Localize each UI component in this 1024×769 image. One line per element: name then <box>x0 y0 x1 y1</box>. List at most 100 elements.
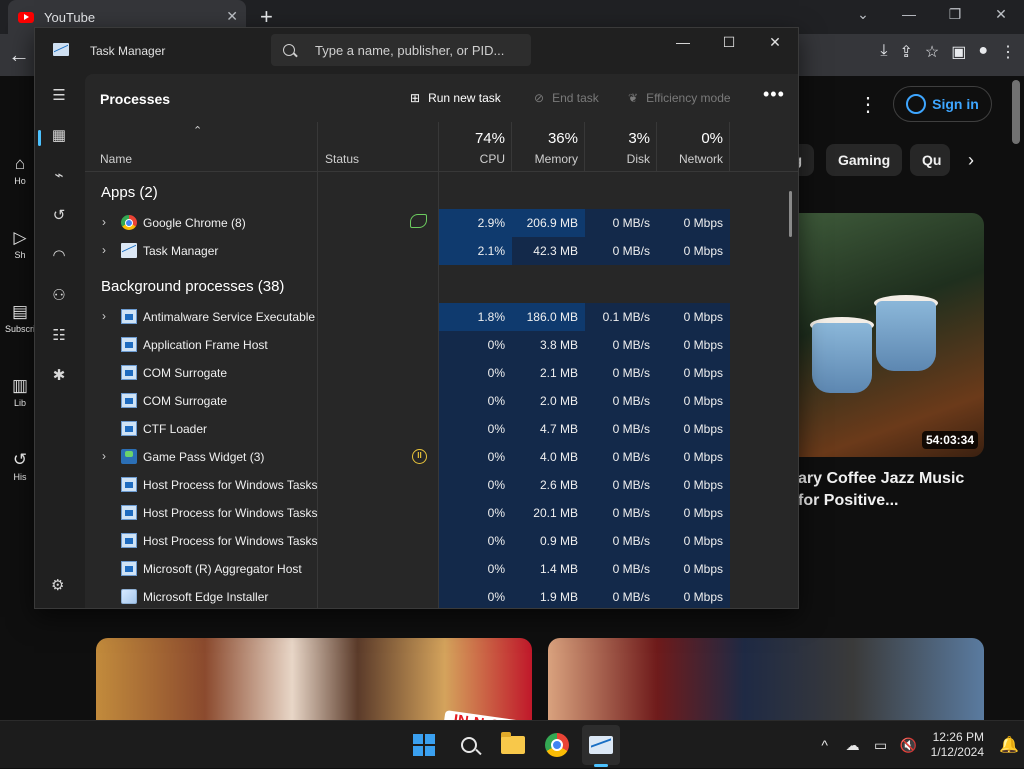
network-cell: 0 Mbps <box>657 527 730 555</box>
column-name[interactable]: Name <box>100 152 132 166</box>
performance-icon[interactable]: ⌁ <box>49 166 69 186</box>
settings-gear-icon[interactable]: ⚙ <box>51 576 64 594</box>
network-cell: 0 Mbps <box>657 555 730 583</box>
table-row[interactable]: Application Frame Host 0% 3.8 MB 0 MB/s … <box>85 331 798 359</box>
services-icon[interactable]: ✱ <box>49 366 69 386</box>
clock[interactable]: 12:26 PM 1/12/2024 <box>923 730 994 760</box>
video-thumbnail[interactable]: 54:03:34 <box>798 213 984 457</box>
table-row[interactable]: Microsoft (R) Aggregator Host 0% 1.4 MB … <box>85 555 798 583</box>
efficiency-mode-button[interactable]: ❦ Efficiency mode <box>628 87 731 109</box>
table-row[interactable]: › Antimalware Service Executable 1.8% 18… <box>85 303 798 331</box>
disk-cell: 0 MB/s <box>585 415 657 443</box>
end-task-label: End task <box>552 91 599 105</box>
onedrive-icon[interactable]: ☁ <box>839 737 867 754</box>
share-icon[interactable]: ⇪ <box>899 42 912 62</box>
memory-label: Memory <box>534 152 578 166</box>
network-cell: 0 Mbps <box>657 499 730 527</box>
network-cell: 0 Mbps <box>657 303 730 331</box>
account-icon <box>906 94 927 114</box>
thumbnail-art <box>812 323 872 393</box>
app-window-icon <box>121 477 137 492</box>
run-new-task-label: Run new task <box>428 91 501 105</box>
table-row[interactable]: CTF Loader 0% 4.7 MB 0 MB/s 0 Mbps <box>85 415 798 443</box>
expand-chevron-icon[interactable]: › <box>102 243 106 257</box>
tab-search-icon[interactable]: ⌄ <box>840 0 886 30</box>
end-task-button[interactable]: ⊘ End task <box>534 87 599 109</box>
show-hidden-icons-chevron-icon[interactable]: ^ <box>811 737 839 753</box>
sidebar-icon[interactable]: ▣ <box>951 42 966 62</box>
star-icon[interactable]: ☆ <box>925 42 939 62</box>
task-manager-titlebar[interactable]: Task Manager Type a name, publisher, or … <box>35 28 798 74</box>
restore-button[interactable]: ❐ <box>932 0 978 30</box>
taskbar-file-explorer[interactable] <box>499 731 527 759</box>
hamburger-menu-icon[interactable]: ☰ <box>49 86 69 106</box>
video-thumbnail[interactable] <box>96 638 532 720</box>
close-button[interactable]: ✕ <box>752 28 798 58</box>
cpu-cell: 0% <box>439 415 512 443</box>
minimize-button[interactable]: — <box>660 28 706 58</box>
details-icon[interactable]: ☷ <box>49 326 69 346</box>
page-scrollbar[interactable] <box>1012 80 1020 144</box>
table-row[interactable]: Host Process for Windows Tasks 0% 0.9 MB… <box>85 527 798 555</box>
minimize-button[interactable]: — <box>886 0 932 30</box>
cpu-cell: 0% <box>439 555 512 583</box>
youtube-settings-menu-icon[interactable]: ⋮ <box>858 92 878 117</box>
sidebar-label: Sh <box>14 250 26 260</box>
sign-in-button[interactable]: Sign in <box>893 86 992 122</box>
download-icon[interactable]: ⤓ <box>880 42 887 62</box>
volume-muted-icon[interactable]: 🔇 <box>895 737 923 754</box>
sidebar-label: Lib <box>13 398 26 408</box>
taskbar-task-manager[interactable] <box>587 731 615 759</box>
processes-icon[interactable]: ▦ <box>49 126 69 146</box>
disk-cell: 0 MB/s <box>585 583 657 608</box>
close-button[interactable]: ✕ <box>978 0 1024 30</box>
column-memory[interactable]: 36% Memory <box>512 122 585 172</box>
processes-panel: Processes ⊞ Run new task ⊘ End task ❦ Ef… <box>85 74 798 608</box>
column-status[interactable]: Status <box>325 152 359 166</box>
column-cpu[interactable]: 74% CPU <box>439 122 512 172</box>
startup-apps-icon[interactable]: ◠ <box>49 246 69 266</box>
more-options-button[interactable]: ••• <box>763 84 785 105</box>
table-row[interactable]: › Game Pass Widget (3) II 0% 4.0 MB 0 MB… <box>85 443 798 471</box>
toolbar-icons: ⤓ ⇪ ☆ ▣ ● ⋮ <box>880 42 1016 62</box>
start-button[interactable] <box>410 731 438 759</box>
table-row[interactable]: COM Surrogate 0% 2.1 MB 0 MB/s 0 Mbps <box>85 359 798 387</box>
maximize-button[interactable]: ☐ <box>706 28 752 58</box>
taskbar-search-button[interactable] <box>455 731 483 759</box>
app-history-icon[interactable]: ↺ <box>49 206 69 226</box>
search-icon <box>461 737 477 753</box>
back-button[interactable]: ← <box>8 42 30 68</box>
expand-chevron-icon[interactable]: › <box>102 309 106 323</box>
chip-gaming[interactable]: Gaming <box>826 144 903 176</box>
disk-cell: 0 MB/s <box>585 443 657 471</box>
memory-cell: 0.9 MB <box>512 527 585 555</box>
notification-bell-icon[interactable]: 🔔 <box>994 735 1024 755</box>
table-row[interactable]: COM Surrogate 0% 2.0 MB 0 MB/s 0 Mbps <box>85 387 798 415</box>
run-new-task-button[interactable]: ⊞ Run new task <box>410 87 501 109</box>
users-icon[interactable]: ⚇ <box>49 286 69 306</box>
task-manager-window: Task Manager Type a name, publisher, or … <box>34 27 799 609</box>
disk-cell: 0 MB/s <box>585 387 657 415</box>
expand-chevron-icon[interactable]: › <box>102 449 106 463</box>
table-row[interactable]: Host Process for Windows Tasks 0% 2.6 MB… <box>85 471 798 499</box>
tab-close-icon[interactable]: ✕ <box>226 8 238 25</box>
chrome-icon <box>121 215 137 230</box>
table-row[interactable]: › Google Chrome (8) 2.9% 206.9 MB 0 MB/s… <box>85 209 798 237</box>
chrome-menu-icon[interactable]: ⋮ <box>1000 42 1016 62</box>
table-row[interactable]: Host Process for Windows Tasks 0% 20.1 M… <box>85 499 798 527</box>
table-row[interactable]: Microsoft Edge Installer 0% 1.9 MB 0 MB/… <box>85 583 798 608</box>
table-row[interactable]: › Task Manager 2.1% 42.3 MB 0 MB/s 0 Mbp… <box>85 237 798 265</box>
process-list-scrollbar[interactable] <box>789 191 792 237</box>
taskbar-chrome[interactable] <box>543 731 571 759</box>
profile-icon[interactable]: ● <box>978 42 988 62</box>
process-search-input[interactable]: Type a name, publisher, or PID... <box>271 34 531 66</box>
expand-chevron-icon[interactable]: › <box>102 215 106 229</box>
video-title[interactable]: ary Coffee Jazz Music for Positive... <box>798 468 988 512</box>
cpu-cell: 0% <box>439 499 512 527</box>
chips-next-icon[interactable]: › <box>968 150 974 171</box>
video-thumbnail[interactable] <box>548 638 984 720</box>
column-network[interactable]: 0% Network <box>657 122 730 172</box>
chip-quiz[interactable]: Qu <box>910 144 950 176</box>
network-icon[interactable]: ▭ <box>867 737 895 754</box>
column-disk[interactable]: 3% Disk <box>585 122 657 172</box>
